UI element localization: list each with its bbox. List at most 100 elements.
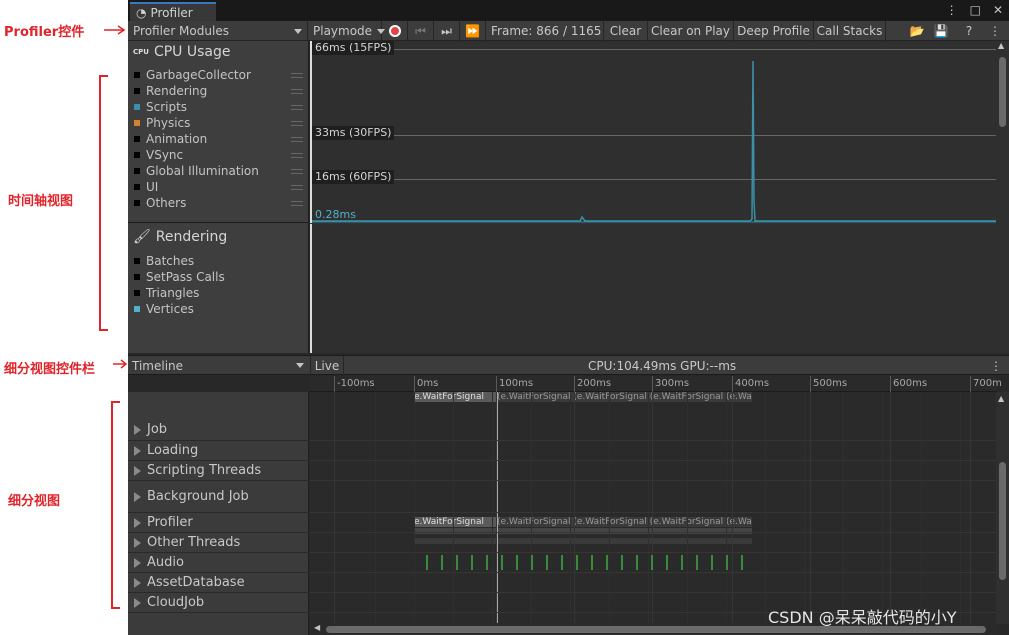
module-legend-item[interactable]: Scripts (128, 99, 309, 115)
view-type-dropdown[interactable]: Timeline (132, 356, 304, 375)
thread-group[interactable]: Profiler (128, 513, 309, 533)
legend-color-swatch[interactable] (134, 290, 140, 296)
expand-triangle-icon[interactable] (134, 597, 141, 608)
sample-bar[interactable]: (e.WaitForSignal (e.WaitForSignal (e.Wai… (497, 392, 752, 402)
module-legend-item[interactable]: Rendering (128, 83, 309, 99)
drag-handle-icon[interactable] (291, 152, 303, 158)
live-button[interactable]: Live (310, 356, 344, 375)
drag-handle-icon[interactable] (291, 168, 303, 174)
legend-color-swatch[interactable] (134, 200, 140, 206)
module-legend-item[interactable]: UI (128, 179, 309, 195)
thread-group[interactable]: Other Threads (128, 533, 309, 553)
prev-frame-button[interactable]: ⏮ (408, 21, 434, 41)
scroll-thumb[interactable] (999, 57, 1006, 127)
expand-triangle-icon[interactable] (134, 577, 141, 588)
legend-color-swatch[interactable] (134, 274, 140, 280)
audio-sample-mark[interactable] (681, 555, 683, 570)
drag-handle-icon[interactable] (291, 200, 303, 206)
more-vertical-icon[interactable]: ⋮ (946, 3, 958, 17)
drag-handle-icon[interactable] (291, 136, 303, 142)
tab-profiler[interactable]: ◔ Profiler (130, 2, 216, 21)
audio-sample-mark[interactable] (516, 555, 518, 570)
frame-cursor[interactable] (310, 224, 312, 353)
more-vertical-icon[interactable]: ⋮ (990, 356, 1002, 375)
maximize-icon[interactable]: □ (970, 3, 981, 17)
expand-triangle-icon[interactable] (134, 557, 141, 568)
scroll-up-icon[interactable]: ▲ (998, 394, 1004, 403)
expand-triangle-icon[interactable] (134, 424, 141, 435)
module-legend-item[interactable]: Others (128, 195, 309, 211)
audio-sample-mark[interactable] (651, 555, 653, 570)
sample-bar[interactable] (414, 538, 752, 544)
audio-sample-mark[interactable] (696, 555, 698, 570)
audio-sample-mark[interactable] (726, 555, 728, 570)
legend-color-swatch[interactable] (134, 258, 140, 264)
sample-bar[interactable]: e.WaitForSignal (414, 392, 496, 402)
audio-sample-mark[interactable] (561, 555, 563, 570)
clear-button[interactable]: Clear (604, 21, 648, 41)
module-legend-item[interactable]: Triangles (128, 285, 309, 301)
drag-handle-icon[interactable] (291, 88, 303, 94)
audio-sample-mark[interactable] (636, 555, 638, 570)
audio-sample-mark[interactable] (606, 555, 608, 570)
clear-on-play-button[interactable]: Clear on Play (648, 21, 734, 41)
save-icon[interactable]: 💾 (930, 21, 952, 41)
legend-color-swatch[interactable] (134, 306, 140, 312)
deep-profile-button[interactable]: Deep Profile (734, 21, 814, 41)
audio-sample-mark[interactable] (486, 555, 488, 570)
module-legend-item[interactable]: GarbageCollector (128, 67, 309, 83)
module-legend-item[interactable]: SetPass Calls (128, 269, 309, 285)
legend-color-swatch[interactable] (134, 152, 140, 158)
sample-bar[interactable]: (e.WaitForSignal (e.WaitForSignal (e.Wai… (497, 517, 752, 527)
audio-sample-mark[interactable] (531, 555, 533, 570)
close-icon[interactable]: ✕ (993, 3, 1003, 17)
cpu-module[interactable]: CPU CPU Usage GarbageCollector Rendering S… (128, 41, 309, 223)
legend-color-swatch[interactable] (134, 72, 140, 78)
audio-sample-mark[interactable] (501, 555, 503, 570)
call-stacks-button[interactable]: Call Stacks (814, 21, 886, 41)
last-frame-button[interactable]: ⏩ (460, 21, 486, 41)
module-legend-item[interactable]: Batches (128, 253, 309, 269)
legend-color-swatch[interactable] (134, 136, 140, 142)
profiler-modules-dropdown[interactable]: Profiler Modules (128, 21, 308, 41)
rendering-chart[interactable] (310, 224, 996, 353)
audio-sample-mark[interactable] (591, 555, 593, 570)
drag-handle-icon[interactable] (291, 72, 303, 78)
expand-triangle-icon[interactable] (134, 445, 141, 456)
module-legend-item[interactable]: VSync (128, 147, 309, 163)
frame-cursor[interactable] (310, 41, 312, 223)
expand-triangle-icon[interactable] (134, 465, 141, 476)
thread-group[interactable]: CloudJob (128, 593, 309, 613)
drag-handle-icon[interactable] (291, 120, 303, 126)
sample-bar[interactable]: e.WaitForSignal (414, 517, 496, 527)
module-legend-item[interactable]: Vertices (128, 301, 309, 317)
expand-triangle-icon[interactable] (134, 537, 141, 548)
timeline-scrollbar[interactable]: ▲ (996, 392, 1009, 624)
playmode-dropdown[interactable]: Playmode (308, 21, 382, 41)
audio-sample-mark[interactable] (426, 555, 428, 570)
audio-sample-mark[interactable] (471, 555, 473, 570)
expand-triangle-icon[interactable] (134, 517, 141, 528)
thread-group[interactable]: Background Job (128, 481, 309, 513)
thread-group[interactable]: Job (128, 419, 309, 441)
cpu-chart[interactable]: 66ms (15FPS) 33ms (30FPS) 16ms (60FPS) 0… (310, 41, 996, 223)
scroll-thumb[interactable] (999, 462, 1006, 580)
chart-area[interactable]: 66ms (15FPS) 33ms (30FPS) 16ms (60FPS) 0… (310, 41, 996, 353)
audio-sample-mark[interactable] (576, 555, 578, 570)
scroll-up-icon[interactable]: ▲ (998, 41, 1004, 50)
legend-color-swatch[interactable] (134, 88, 140, 94)
thread-group[interactable]: Scripting Threads (128, 461, 309, 481)
module-legend-item[interactable]: Physics (128, 115, 309, 131)
chart-scrollbar[interactable]: ▲ (996, 41, 1009, 353)
thread-group[interactable]: Loading (128, 441, 309, 461)
drag-handle-icon[interactable] (291, 184, 303, 190)
audio-sample-mark[interactable] (711, 555, 713, 570)
expand-triangle-icon[interactable] (134, 491, 141, 502)
help-icon[interactable]: ? (958, 21, 980, 41)
audio-sample-mark[interactable] (441, 555, 443, 570)
thread-group[interactable]: Audio (128, 553, 309, 573)
record-button[interactable] (382, 21, 408, 41)
audio-sample-mark[interactable] (546, 555, 548, 570)
sample-bar[interactable] (414, 528, 752, 534)
audio-sample-mark[interactable] (666, 555, 668, 570)
